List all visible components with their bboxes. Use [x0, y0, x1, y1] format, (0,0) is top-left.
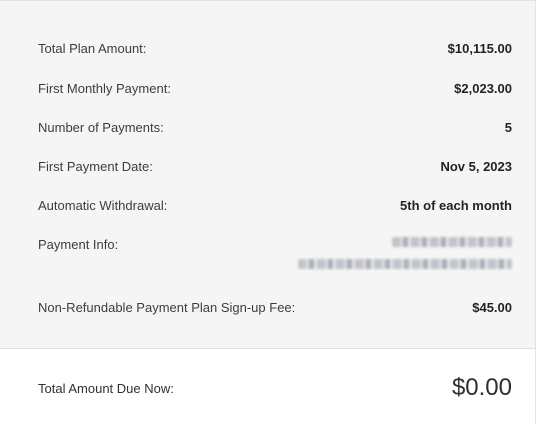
payment-plan-summary: Total Plan Amount: $10,115.00 First Mont… — [0, 1, 535, 349]
total-amount-due-label: Total Amount Due Now: — [38, 380, 174, 396]
total-plan-amount-label: Total Plan Amount: — [38, 41, 147, 56]
first-monthly-payment-row: First Monthly Payment: $2,023.00 — [38, 81, 512, 97]
first-payment-date-value: Nov 5, 2023 — [440, 159, 512, 174]
total-plan-amount-row: Total Plan Amount: $10,115.00 — [38, 41, 512, 57]
first-payment-date-row: First Payment Date: Nov 5, 2023 — [38, 159, 512, 175]
number-of-payments-label: Number of Payments: — [38, 120, 164, 135]
first-payment-date-label: First Payment Date: — [38, 159, 153, 174]
total-amount-due-value: $0.00 — [451, 374, 512, 401]
signup-fee-label: Non-Refundable Payment Plan Sign-up Fee: — [38, 300, 296, 315]
payment-info-row: Payment Info: — [38, 237, 512, 269]
payment-info-redacted — [298, 237, 512, 269]
redacted-email-line — [298, 259, 512, 269]
first-monthly-payment-value: $2,023.00 — [454, 81, 512, 96]
automatic-withdrawal-row: Automatic Withdrawal: 5th of each month — [38, 198, 512, 214]
automatic-withdrawal-label: Automatic Withdrawal: — [38, 198, 168, 213]
payment-plan-card: Total Plan Amount: $10,115.00 First Mont… — [0, 0, 536, 424]
redacted-name-line — [392, 237, 512, 247]
number-of-payments-row: Number of Payments: 5 — [38, 120, 512, 136]
signup-fee-row: Non-Refundable Payment Plan Sign-up Fee:… — [38, 300, 512, 316]
payment-info-label: Payment Info: — [38, 237, 119, 252]
total-amount-due-row: Total Amount Due Now: $0.00 — [38, 374, 512, 402]
signup-fee-value: $45.00 — [472, 300, 512, 315]
number-of-payments-value: 5 — [504, 120, 512, 135]
total-plan-amount-value: $10,115.00 — [447, 41, 512, 56]
automatic-withdrawal-value: 5th of each month — [400, 198, 512, 213]
first-monthly-payment-label: First Monthly Payment: — [38, 81, 171, 96]
